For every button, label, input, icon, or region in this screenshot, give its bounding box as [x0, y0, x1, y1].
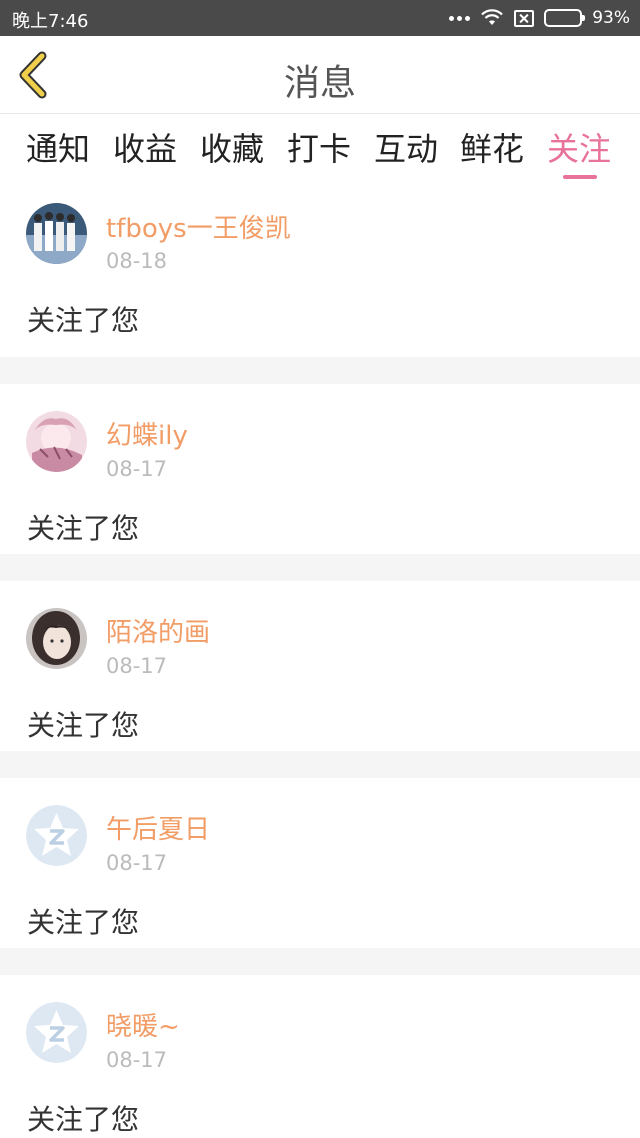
battery-percent: 93% — [592, 8, 630, 28]
tab-favorites[interactable]: 收藏 — [200, 124, 264, 170]
notification-item[interactable]: 午后夏日 08-17 关注了您 — [0, 778, 640, 948]
notification-list: tfboys一王俊凯 08-18 关注了您 幻蝶ily 08-17 关注了您 陌… — [0, 186, 640, 1138]
notification-message: 关注了您 — [27, 1103, 140, 1136]
battery-icon — [544, 9, 586, 27]
avatar[interactable] — [26, 411, 87, 472]
tab-checkin[interactable]: 打卡 — [287, 124, 351, 170]
active-tab-indicator — [563, 175, 597, 179]
username[interactable]: 陌洛的画 — [106, 612, 210, 649]
no-sim-icon — [514, 9, 535, 27]
notification-message: 关注了您 — [27, 709, 140, 742]
notification-date: 08-17 — [106, 1048, 168, 1072]
status-time: 晚上7:46 — [12, 11, 89, 32]
tab-earnings[interactable]: 收益 — [113, 124, 177, 170]
default-avatar-icon — [26, 1002, 87, 1063]
tab-interaction[interactable]: 互动 — [374, 124, 438, 170]
notification-message: 关注了您 — [27, 906, 140, 939]
notification-item[interactable]: 幻蝶ily 08-17 关注了您 — [0, 384, 640, 554]
notification-message: 关注了您 — [27, 304, 140, 337]
username[interactable]: 晓暖~ — [106, 1006, 180, 1043]
tab-following[interactable]: 关注 — [547, 124, 611, 170]
notification-message: 关注了您 — [27, 512, 140, 545]
avatar[interactable] — [26, 203, 87, 264]
notification-item[interactable]: 陌洛的画 08-17 关注了您 — [0, 581, 640, 751]
tab-bar: 通知 收益 收藏 打卡 互动 鲜花 关注 — [0, 114, 640, 186]
notification-date: 08-17 — [106, 851, 168, 875]
tab-notice[interactable]: 通知 — [26, 124, 90, 170]
status-bar: 晚上7:46 93% — [0, 0, 640, 36]
wifi-icon — [481, 9, 503, 25]
tab-flowers[interactable]: 鲜花 — [460, 124, 524, 170]
username[interactable]: 午后夏日 — [106, 809, 210, 846]
page-title: 消息 — [283, 63, 356, 104]
username[interactable]: 幻蝶ily — [106, 415, 188, 452]
status-icons: 93% — [449, 6, 630, 30]
avatar[interactable] — [26, 1002, 87, 1063]
notification-date: 08-17 — [106, 654, 168, 678]
notification-date: 08-17 — [106, 457, 168, 481]
header: 消息 — [0, 36, 640, 114]
avatar[interactable] — [26, 805, 87, 866]
avatar[interactable] — [26, 608, 87, 669]
more-dots-icon — [449, 15, 471, 21]
default-avatar-icon — [26, 805, 87, 866]
username[interactable]: tfboys一王俊凯 — [106, 208, 291, 245]
notification-date: 08-18 — [106, 249, 168, 273]
notification-item[interactable]: 晓暖~ 08-17 关注了您 — [0, 975, 640, 1138]
notification-item[interactable]: tfboys一王俊凯 08-18 关注了您 — [0, 186, 640, 357]
